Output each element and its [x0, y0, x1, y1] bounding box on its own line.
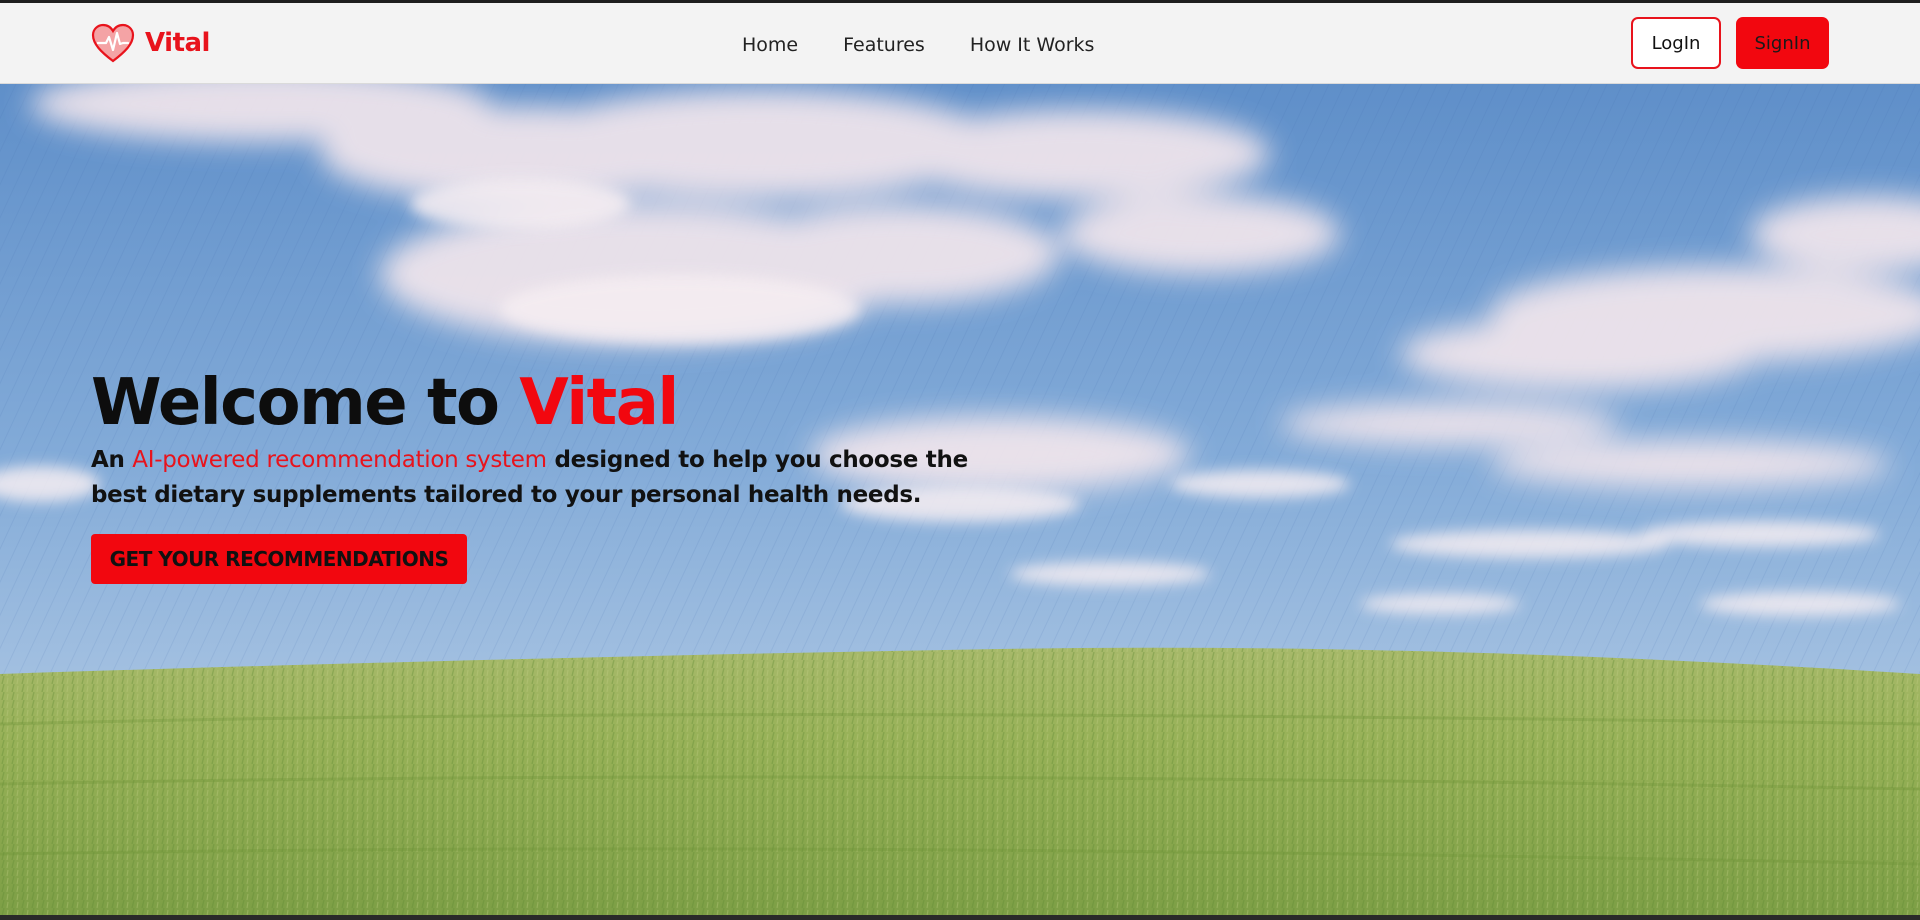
- brand-name: Vital: [145, 28, 210, 58]
- hero-subtitle: An AI-powered recommendation system desi…: [91, 443, 971, 513]
- signin-button[interactable]: SignIn: [1736, 17, 1829, 69]
- navbar: Vital Home Features How It Works LogIn S…: [0, 3, 1920, 84]
- login-button[interactable]: LogIn: [1631, 17, 1721, 69]
- brand-logo-link[interactable]: Vital: [91, 21, 210, 65]
- get-recommendations-button[interactable]: GET YOUR RECOMMENDATIONS: [91, 534, 467, 584]
- page: Vital Home Features How It Works LogIn S…: [0, 0, 1920, 920]
- hero-subtitle-prefix: An: [91, 447, 133, 473]
- hero-title-prefix: Welcome to: [91, 366, 520, 440]
- nav-home-link[interactable]: Home: [742, 31, 798, 59]
- hero-subtitle-accent: AI-powered recommendation system: [132, 447, 547, 473]
- main-nav: Home Features How It Works: [742, 31, 1139, 59]
- bottom-edge: [0, 915, 1920, 920]
- nav-features-link[interactable]: Features: [843, 31, 925, 59]
- hero-section: Welcome to Vital An AI-powered recommend…: [0, 84, 1920, 920]
- hero-content: Welcome to Vital An AI-powered recommend…: [91, 367, 991, 584]
- heart-pulse-icon: [91, 23, 135, 63]
- hero-title-accent: Vital: [519, 366, 679, 440]
- hero-title: Welcome to Vital: [91, 367, 991, 439]
- nav-how-it-works-link[interactable]: How It Works: [970, 31, 1095, 59]
